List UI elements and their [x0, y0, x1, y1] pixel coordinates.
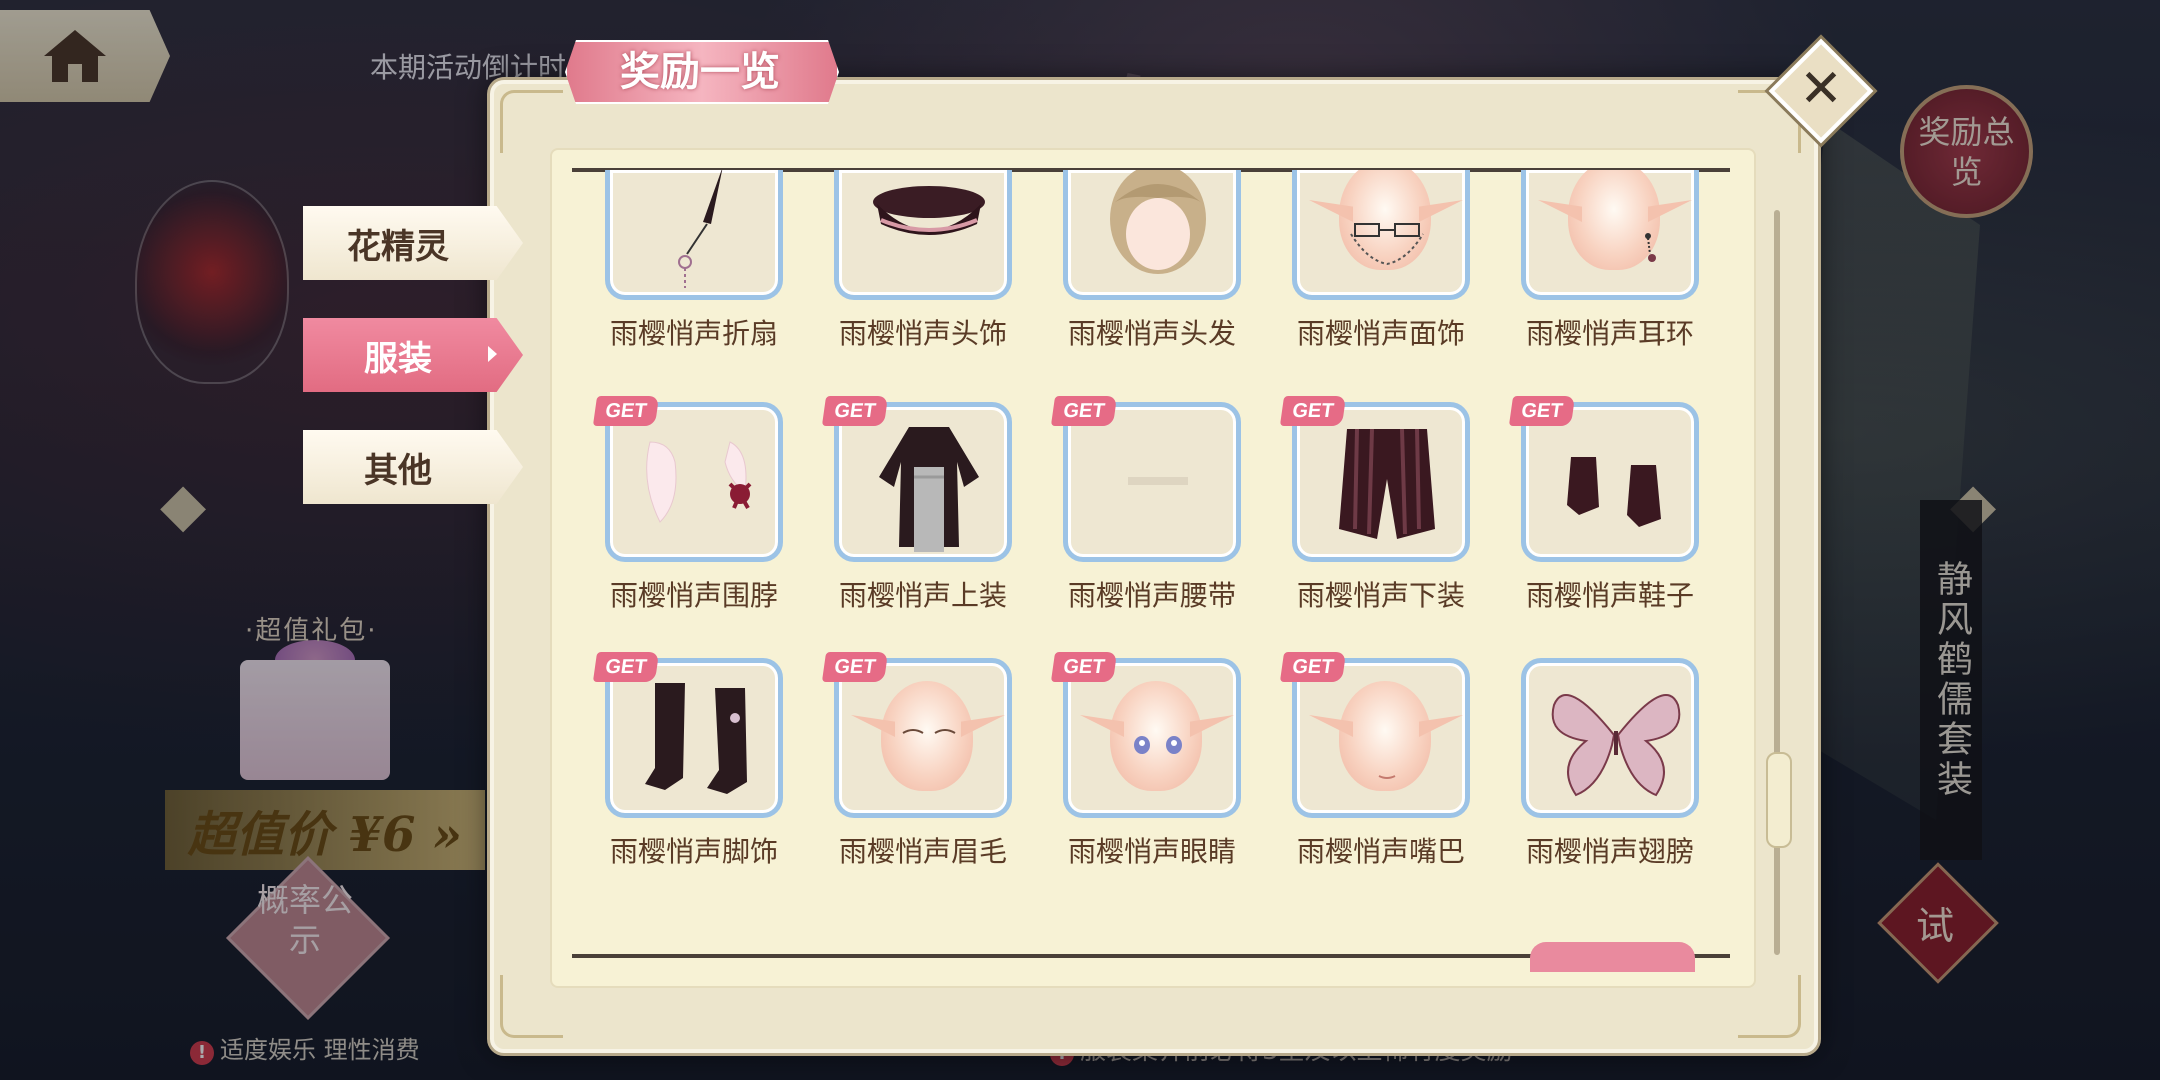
tab-label: 花精灵 [347, 226, 449, 267]
item-name: 雨樱悄声眉毛 [838, 835, 1007, 868]
scarf-icon [646, 441, 752, 523]
item-name: 雨樱悄声围脖 [609, 579, 778, 612]
get-badge: GET [1050, 396, 1118, 426]
get-badge: GET [821, 396, 889, 426]
get-badge: GET [592, 396, 660, 426]
item-card[interactable] [1521, 170, 1699, 300]
hair-icon [1110, 170, 1206, 274]
item-card[interactable] [1063, 402, 1241, 562]
item-name: 雨樱悄声头饰 [838, 317, 1007, 350]
belt-icon [1128, 477, 1188, 485]
top-icon [879, 427, 979, 552]
item-card[interactable] [834, 170, 1012, 300]
modal-title: 奖励一览 [620, 48, 780, 95]
item-name: 雨樱悄声折扇 [609, 317, 778, 350]
item-name: 雨樱悄声翅膀 [1525, 835, 1694, 868]
tab-label: 服装 [364, 338, 432, 379]
close-icon[interactable]: ✕ [1784, 52, 1858, 126]
get-badge: GET [1050, 652, 1118, 682]
item-name: 雨樱悄声面饰 [1296, 317, 1465, 350]
bottom-pink-button[interactable] [1530, 942, 1695, 972]
mouth-icon [1378, 775, 1396, 779]
item-name: 雨樱悄声上装 [838, 579, 1007, 612]
tab-label: 其他 [364, 450, 432, 491]
tab-flower-spirit[interactable]: 花精灵 [303, 206, 523, 280]
item-card[interactable] [1063, 658, 1241, 818]
item-name: 雨樱悄声鞋子 [1525, 579, 1694, 612]
item-card[interactable] [1521, 658, 1699, 818]
item-card[interactable] [1521, 402, 1699, 562]
item-card[interactable] [834, 658, 1012, 818]
wings-icon [1551, 694, 1681, 797]
item-card[interactable] [605, 658, 783, 818]
glasses-icon [1350, 223, 1424, 266]
eyes-icon [1134, 736, 1182, 754]
item-name: 雨樱悄声腰带 [1067, 579, 1236, 612]
folding-fan-icon [678, 170, 723, 288]
scrollbar-thumb[interactable] [1766, 752, 1792, 848]
get-badge: GET [1279, 652, 1347, 682]
get-badge: GET [592, 652, 660, 682]
item-name: 雨樱悄声头发 [1067, 317, 1236, 350]
item-card[interactable] [605, 402, 783, 562]
item-card[interactable] [1292, 170, 1470, 300]
item-card[interactable] [834, 402, 1012, 562]
item-name: 雨樱悄声耳环 [1525, 317, 1694, 350]
item-name: 雨樱悄声下装 [1296, 579, 1465, 612]
socks-icon [645, 683, 747, 794]
item-name: 雨樱悄声眼睛 [1067, 835, 1236, 868]
earring-icon [1645, 233, 1656, 262]
hat-icon [873, 186, 985, 235]
item-card[interactable] [1292, 402, 1470, 562]
get-badge: GET [821, 652, 889, 682]
item-card[interactable] [605, 170, 783, 300]
item-card[interactable] [1292, 658, 1470, 818]
item-name: 雨樱悄声嘴巴 [1296, 835, 1465, 868]
pants-icon [1339, 428, 1435, 539]
tab-other[interactable]: 其他 [303, 430, 523, 504]
corner-ornament [500, 90, 563, 153]
tab-clothing[interactable]: 服装 [303, 318, 523, 392]
item-name: 雨樱悄声脚饰 [609, 835, 778, 868]
eyebrows-icon [902, 729, 956, 734]
get-badge: GET [1508, 396, 1576, 426]
shoes-icon [1567, 457, 1661, 527]
get-badge: GET [1279, 396, 1347, 426]
active-tab-arrow-icon [488, 346, 497, 362]
item-card[interactable] [1063, 170, 1241, 300]
